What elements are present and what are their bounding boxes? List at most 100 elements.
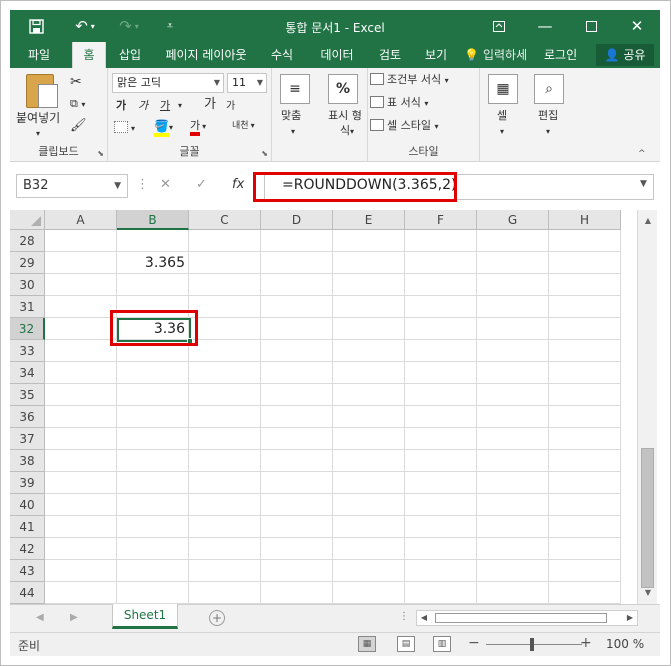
alignment-group[interactable]: ≡ 맞춤 ▾ — [272, 68, 318, 162]
cell-d31[interactable] — [261, 296, 333, 318]
cell-e30[interactable] — [333, 274, 405, 296]
cell-a39[interactable] — [45, 472, 117, 494]
scroll-left-icon[interactable]: ◀ — [417, 611, 431, 625]
zoom-out-icon[interactable]: − — [468, 635, 480, 651]
row-header-39[interactable]: 39 — [10, 472, 45, 494]
cell-f40[interactable] — [405, 494, 477, 516]
font-size-combo[interactable]: 11 ▼ — [227, 73, 267, 93]
cell-h34[interactable] — [549, 362, 621, 384]
underline-button[interactable]: 가 — [160, 98, 170, 114]
cell-e41[interactable] — [333, 516, 405, 538]
cell-g33[interactable] — [477, 340, 549, 362]
column-header-d[interactable]: D — [261, 210, 333, 230]
zoom-level[interactable]: 100 % — [606, 637, 644, 651]
cell-g32[interactable] — [477, 318, 549, 340]
cell-e43[interactable] — [333, 560, 405, 582]
column-header-a[interactable]: A — [45, 210, 117, 230]
cell-c34[interactable] — [189, 362, 261, 384]
cell-h43[interactable] — [549, 560, 621, 582]
cell-e34[interactable] — [333, 362, 405, 384]
number-group[interactable]: % 표시 형식 ▾ — [318, 68, 368, 162]
cell-a32[interactable] — [45, 318, 117, 340]
editing-group[interactable]: ⌕ 편집 ▾ — [526, 68, 572, 162]
cell-b36[interactable] — [117, 406, 189, 428]
tell-me-box[interactable]: 💡 입력하세 — [464, 42, 527, 68]
tab-review[interactable]: 검토 — [370, 42, 410, 68]
cell-a30[interactable] — [45, 274, 117, 296]
collapse-ribbon-icon[interactable]: ^ — [638, 146, 646, 162]
cell-f39[interactable] — [405, 472, 477, 494]
cell-b39[interactable] — [117, 472, 189, 494]
cell-f36[interactable] — [405, 406, 477, 428]
cell-e44[interactable] — [333, 582, 405, 604]
cell-g30[interactable] — [477, 274, 549, 296]
cell-g35[interactable] — [477, 384, 549, 406]
cell-b29[interactable]: 3.365 — [117, 252, 189, 274]
cell-c30[interactable] — [189, 274, 261, 296]
font-name-combo[interactable]: 맑은 고딕 ▼ — [112, 73, 224, 93]
copy-icon[interactable]: ⧉ ▾ — [70, 96, 85, 113]
cell-b28[interactable] — [117, 230, 189, 252]
cell-e29[interactable] — [333, 252, 405, 274]
name-box[interactable]: B32 ▼ — [16, 174, 128, 198]
cell-a33[interactable] — [45, 340, 117, 362]
minimize-icon[interactable]: — — [522, 10, 568, 42]
zoom-slider-track[interactable] — [486, 644, 582, 645]
cell-d34[interactable] — [261, 362, 333, 384]
font-color-icon[interactable]: 가 ▾ — [190, 118, 206, 136]
close-icon[interactable]: ✕ — [614, 10, 660, 42]
cell-f42[interactable] — [405, 538, 477, 560]
cell-h38[interactable] — [549, 450, 621, 472]
scroll-left-icon[interactable]: ◀ — [36, 612, 44, 623]
cell-e31[interactable] — [333, 296, 405, 318]
italic-button[interactable]: 가 — [138, 98, 148, 114]
scroll-down-icon[interactable]: ▼ — [638, 584, 658, 602]
cell-g36[interactable] — [477, 406, 549, 428]
row-header-41[interactable]: 41 — [10, 516, 45, 538]
cell-e33[interactable] — [333, 340, 405, 362]
dialog-launcher-icon[interactable]: ⬊ — [261, 149, 268, 158]
scroll-right-icon[interactable]: ▶ — [70, 612, 78, 623]
cell-a34[interactable] — [45, 362, 117, 384]
paste-button-label[interactable]: 붙여넣기 — [16, 110, 60, 126]
cell-f33[interactable] — [405, 340, 477, 362]
zoom-in-icon[interactable]: + — [580, 635, 592, 651]
bold-button[interactable]: 가 — [116, 98, 126, 114]
cell-h44[interactable] — [549, 582, 621, 604]
cell-h37[interactable] — [549, 428, 621, 450]
ribbon-display-options-icon[interactable] — [476, 10, 522, 42]
cell-c39[interactable] — [189, 472, 261, 494]
row-header-33[interactable]: 33 — [10, 340, 45, 362]
cell-d35[interactable] — [261, 384, 333, 406]
zoom-slider-knob[interactable] — [530, 638, 534, 651]
column-header-g[interactable]: G — [477, 210, 549, 230]
tab-page-layout[interactable]: 페이지 레이아웃 — [154, 42, 258, 68]
cell-c42[interactable] — [189, 538, 261, 560]
conditional-formatting-button[interactable]: 조건부 서식 ▾ — [370, 72, 449, 89]
cell-a37[interactable] — [45, 428, 117, 450]
share-button[interactable]: 👤 공유 — [596, 44, 654, 66]
cell-h32[interactable] — [549, 318, 621, 340]
cell-g34[interactable] — [477, 362, 549, 384]
scrollbar-thumb[interactable] — [435, 613, 607, 623]
row-header-34[interactable]: 34 — [10, 362, 45, 384]
page-break-preview-icon[interactable]: ▥ — [433, 636, 451, 652]
paste-dropdown-icon[interactable]: ▾ — [36, 126, 40, 142]
cell-e38[interactable] — [333, 450, 405, 472]
cell-f37[interactable] — [405, 428, 477, 450]
vertical-scrollbar[interactable]: ▲ ▼ — [637, 210, 657, 604]
cell-a44[interactable] — [45, 582, 117, 604]
cell-a41[interactable] — [45, 516, 117, 538]
cell-g31[interactable] — [477, 296, 549, 318]
cell-a43[interactable] — [45, 560, 117, 582]
cell-h42[interactable] — [549, 538, 621, 560]
insert-function-icon[interactable]: fx — [232, 177, 244, 192]
cell-a35[interactable] — [45, 384, 117, 406]
cell-g44[interactable] — [477, 582, 549, 604]
row-header-42[interactable]: 42 — [10, 538, 45, 560]
grow-font-button[interactable]: 가 — [204, 97, 216, 113]
cell-d41[interactable] — [261, 516, 333, 538]
sheet-tab-sheet1[interactable]: Sheet1 — [112, 604, 178, 629]
cell-h33[interactable] — [549, 340, 621, 362]
cell-g28[interactable] — [477, 230, 549, 252]
